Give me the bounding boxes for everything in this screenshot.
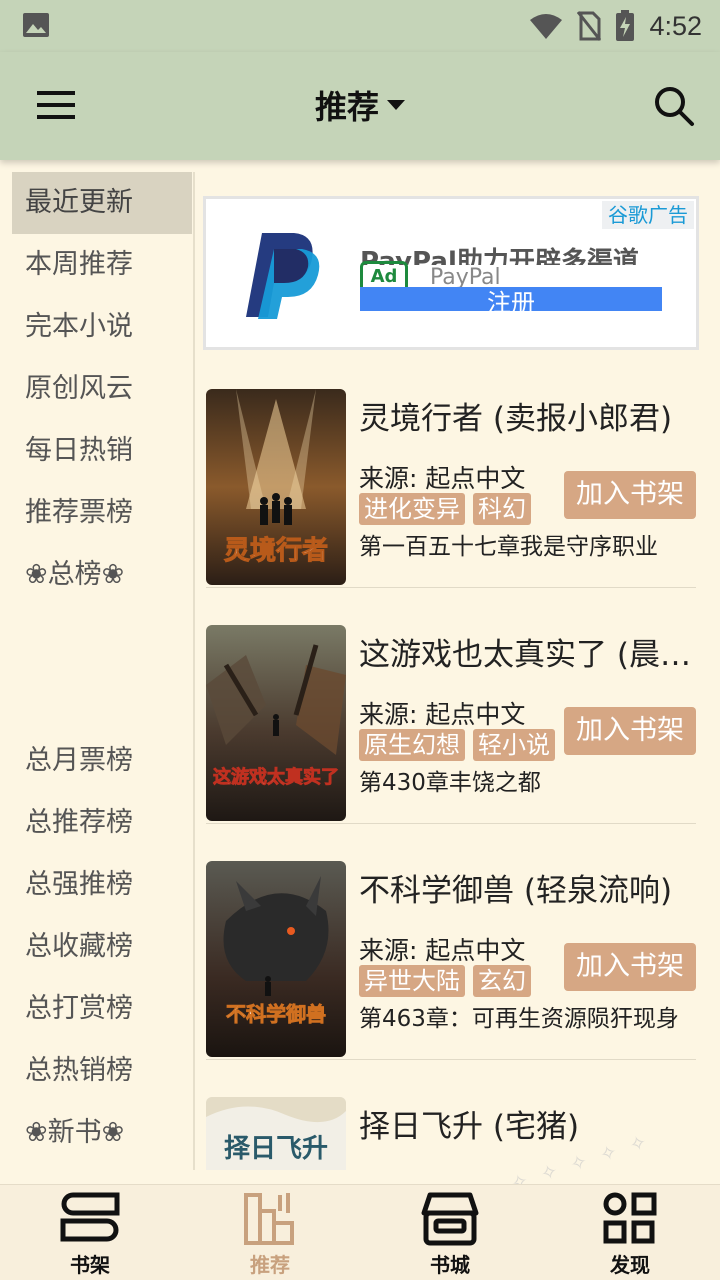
clock: 4:52 (649, 10, 702, 41)
category-item-strong-recommend[interactable]: 总强推榜 (12, 854, 192, 916)
book-cover-art: 这游戏太真实了 (206, 625, 346, 821)
book-list-item[interactable]: 这游戏太真实了 这游戏也太真实了 (晨星LL) 来源: 起点中文 原生幻想 轻小… (206, 625, 696, 861)
category-item-daily-bestseller[interactable]: 每日热销 (12, 420, 192, 482)
category-item-recommend-votes[interactable]: 推荐票榜 (12, 482, 192, 544)
book-cover-art: 择日飞升 (206, 1097, 346, 1170)
book-cover[interactable]: 择日飞升 (206, 1097, 346, 1170)
add-to-shelf-button[interactable]: 加入书架 (564, 707, 696, 755)
book-tags: 异世大陆 玄幻 (359, 965, 531, 997)
book-source: 来源: 起点中文 (359, 464, 526, 493)
book-list-item[interactable]: 择日飞升 择日飞升 (宅猪) (206, 1097, 696, 1170)
discover-icon (603, 1192, 657, 1244)
category-item-rewards[interactable]: 总打赏榜 (12, 978, 192, 1040)
row-divider (206, 1059, 696, 1060)
ad-badge: Ad (360, 261, 408, 289)
nav-discover[interactable]: 发现 (540, 1185, 720, 1280)
book-cover-title: 这游戏太真实了 (213, 766, 339, 788)
nav-bookshelf[interactable]: 书架 (0, 1185, 180, 1280)
category-item-recent-updates[interactable]: 最近更新 (12, 172, 192, 234)
vertical-divider (193, 172, 195, 1170)
book-tags: 原生幻想 轻小说 (359, 729, 555, 761)
category-item-original[interactable]: 原创风云 (12, 358, 192, 420)
book-cover[interactable]: 这游戏太真实了 (206, 625, 346, 821)
battery-charging-icon (616, 10, 635, 41)
page-title: 推荐 (314, 88, 379, 126)
add-to-shelf-button[interactable]: 加入书架 (564, 943, 696, 991)
toolbar: 推荐 (0, 52, 720, 160)
paypal-logo-icon (246, 233, 320, 319)
ad-label: 谷歌广告 (602, 201, 694, 229)
category-item-weekly-picks[interactable]: 本周推荐 (12, 234, 192, 296)
book-title[interactable]: 不科学御兽 (轻泉流响) (359, 865, 696, 910)
status-bar: 4:52 (0, 0, 720, 52)
category-item-favorites[interactable]: 总收藏榜 (12, 916, 192, 978)
book-tag: 原生幻想 (359, 729, 465, 761)
book-cover-art: 灵境行者 (206, 389, 346, 585)
book-cover[interactable]: 不科学御兽 (206, 861, 346, 1057)
category-item-blank (12, 606, 192, 668)
book-tag: 科幻 (473, 493, 531, 525)
image-notification-icon (23, 13, 49, 37)
book-latest-chapter: 第430章丰饶之都 (359, 770, 541, 796)
bottom-navigation: 书架 推荐 书城 发现 (0, 1184, 720, 1280)
book-source: 来源: 起点中文 (359, 936, 526, 965)
book-latest-chapter: 第463章：可再生资源陨犴现身 (359, 1006, 679, 1032)
nav-label: 推荐 (250, 1253, 290, 1277)
nav-label: 书架 (70, 1253, 110, 1277)
bookstore-icon (421, 1192, 479, 1246)
book-tag: 进化变异 (359, 493, 465, 525)
category-item-hot-sales[interactable]: 总热销榜 (12, 1040, 192, 1102)
wifi-icon (530, 14, 563, 39)
book-cover[interactable]: 灵境行者 (206, 389, 346, 585)
book-latest-chapter: 第一百五十七章我是守序职业 (359, 534, 658, 560)
ad-text-mask (336, 215, 456, 241)
book-tag: 异世大陆 (359, 965, 465, 997)
nav-bookstore[interactable]: 书城 (360, 1185, 540, 1280)
row-divider (206, 587, 696, 588)
nav-recommend[interactable]: 推荐 (180, 1185, 360, 1280)
book-list-item[interactable]: 灵境行者 灵境行者 (卖报小郎君) 来源: 起点中文 进化变异 科幻 第一百五十… (206, 389, 696, 625)
book-cover-title: 不科学御兽 (226, 1002, 326, 1026)
book-tag: 玄幻 (473, 965, 531, 997)
ad-brand: PayPal (430, 265, 501, 287)
category-header-overall: ❀总榜❀ (25, 559, 125, 590)
nav-label: 书城 (430, 1253, 470, 1277)
bookshelf-icon (60, 1192, 120, 1242)
no-sim-icon (577, 11, 602, 41)
book-title[interactable]: 灵境行者 (卖报小郎君) (359, 393, 696, 438)
book-tag: 轻小说 (473, 729, 555, 761)
book-list-item[interactable]: 不科学御兽 不科学御兽 (轻泉流响) 来源: 起点中文 异世大陆 玄幻 第463… (206, 861, 696, 1097)
book-cover-art: 不科学御兽 (206, 861, 346, 1057)
add-to-shelf-button[interactable]: 加入书架 (564, 471, 696, 519)
page-title-dropdown[interactable]: 推荐 (0, 82, 720, 128)
category-header-new-books: ❀新书❀ (25, 1117, 125, 1148)
book-title[interactable]: 这游戏也太真实了 (晨星LL) (359, 629, 696, 674)
nav-label: 发现 (610, 1253, 650, 1277)
book-title[interactable]: 择日飞升 (宅猪) (359, 1101, 696, 1146)
search-icon (655, 87, 694, 126)
recommend-icon (244, 1193, 294, 1245)
category-item-completed[interactable]: 完本小说 (12, 296, 192, 358)
ad-banner[interactable]: 谷歌广告 PayPal助力开辟多渠道 Ad PayPal 注册 (203, 196, 699, 350)
dropdown-arrow-icon (387, 100, 405, 110)
search-button[interactable] (650, 82, 698, 130)
book-cover-title: 灵境行者 (224, 535, 328, 566)
book-cover-title: 择日飞升 (224, 1134, 328, 1164)
book-tags: 进化变异 科幻 (359, 493, 531, 525)
category-item-monthly-votes[interactable]: 总月票榜 (12, 730, 192, 792)
book-source: 来源: 起点中文 (359, 700, 526, 729)
category-item-total-recommend[interactable]: 总推荐榜 (12, 792, 192, 854)
row-divider (206, 823, 696, 824)
category-list: 最近更新 本周推荐 完本小说 原创风云 每日热销 推荐票榜 ❀总榜❀ 总月票榜 … (12, 172, 192, 1170)
ad-signup-button[interactable]: 注册 (360, 287, 662, 311)
